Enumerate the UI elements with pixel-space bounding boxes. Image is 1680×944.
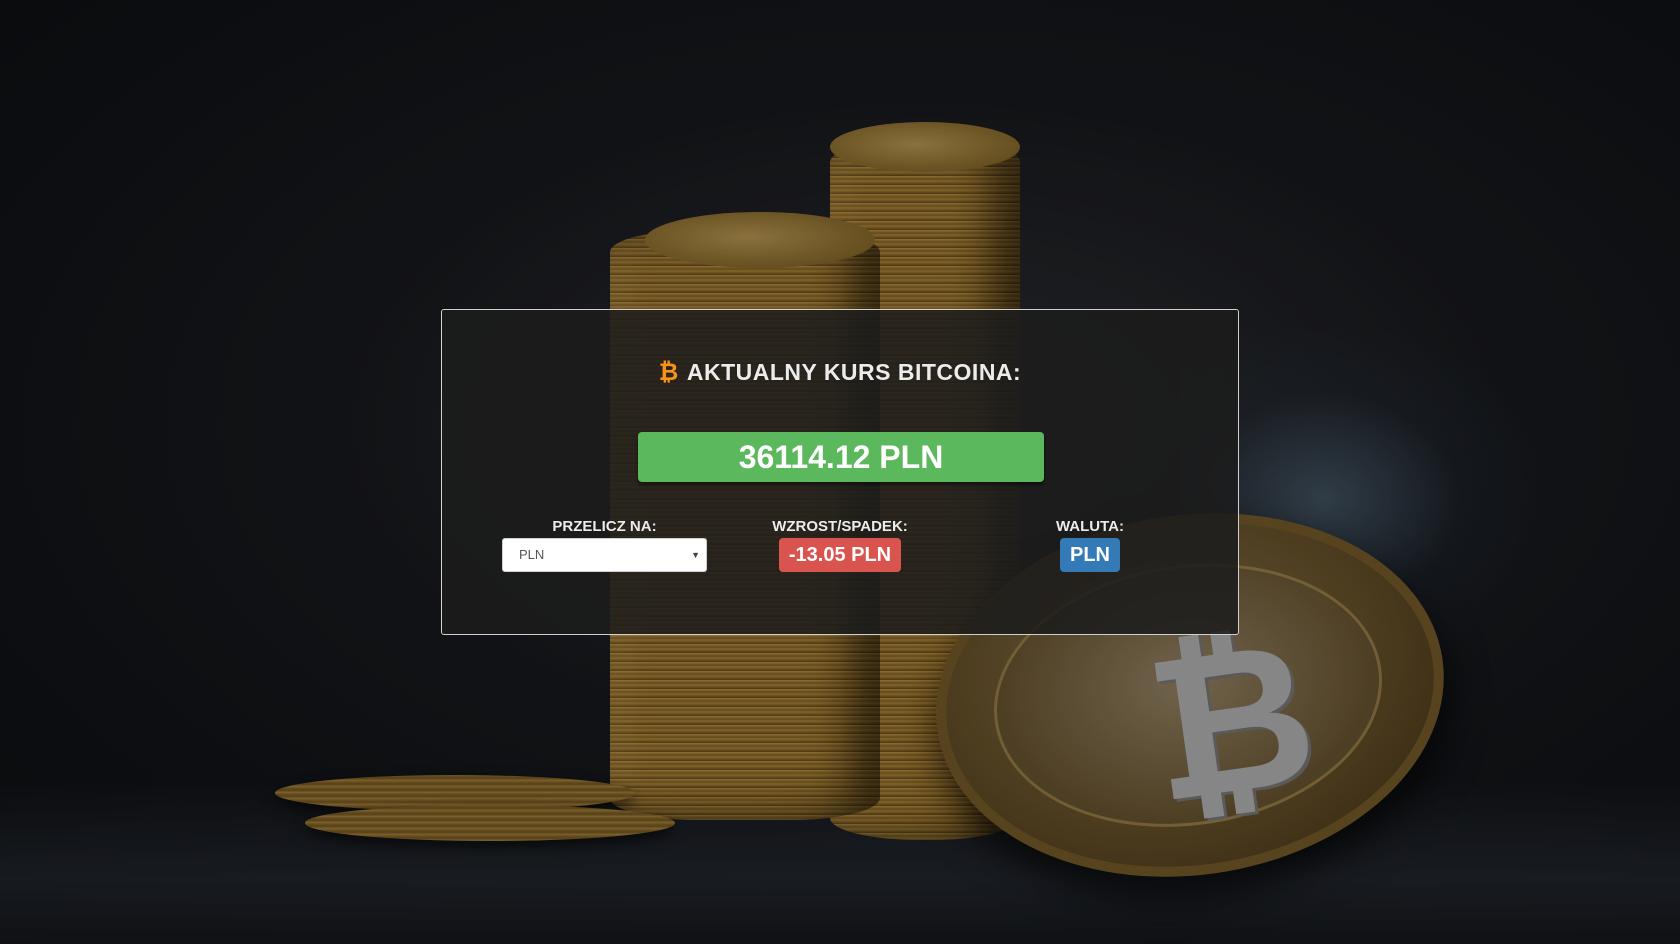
- currency-select-value: PLN: [519, 547, 545, 562]
- currency-badge: PLN: [1060, 538, 1120, 572]
- change-section: WZROST/SPADEK: -13.05 PLN: [760, 519, 920, 572]
- page-title: ₿ AKTUALNY KURS BITCOINA:: [442, 357, 1238, 387]
- chevron-down-icon: ▼: [691, 550, 700, 560]
- exchange-rate-panel: ₿ AKTUALNY KURS BITCOINA: 36114.12 PLN PR…: [441, 309, 1239, 635]
- change-badge: -13.05 PLN: [778, 538, 902, 572]
- bitcoin-icon: ₿: [658, 358, 679, 386]
- currency-select[interactable]: PLN ▼: [502, 538, 707, 572]
- currency-section: WALUTA: PLN: [1030, 519, 1150, 572]
- convert-label: PRZELICZ NA:: [552, 518, 657, 535]
- change-label: WZROST/SPADEK:: [772, 518, 908, 535]
- currency-label: WALUTA:: [1055, 518, 1125, 535]
- current-price: 36114.12 PLN: [638, 432, 1044, 482]
- convert-section: PRZELICZ NA: PLN ▼: [502, 519, 707, 572]
- title-text: AKTUALNY KURS BITCOINA:: [686, 359, 1022, 385]
